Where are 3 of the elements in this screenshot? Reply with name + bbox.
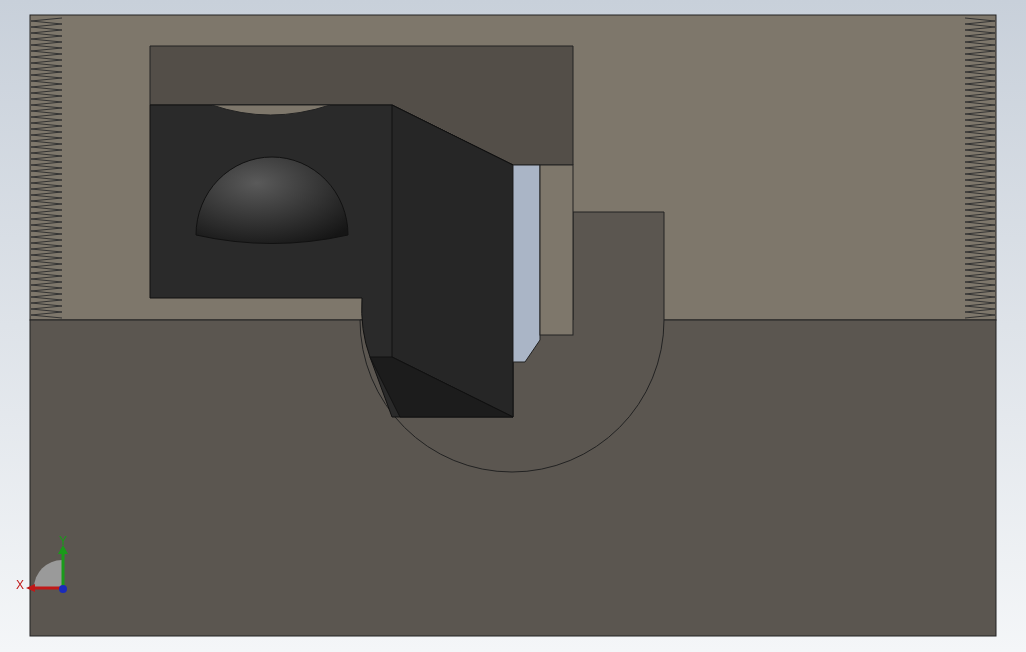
axis-triad-drawing [26, 545, 68, 593]
y-axis-label: Y [59, 534, 67, 548]
x-axis-label: X [16, 578, 24, 592]
